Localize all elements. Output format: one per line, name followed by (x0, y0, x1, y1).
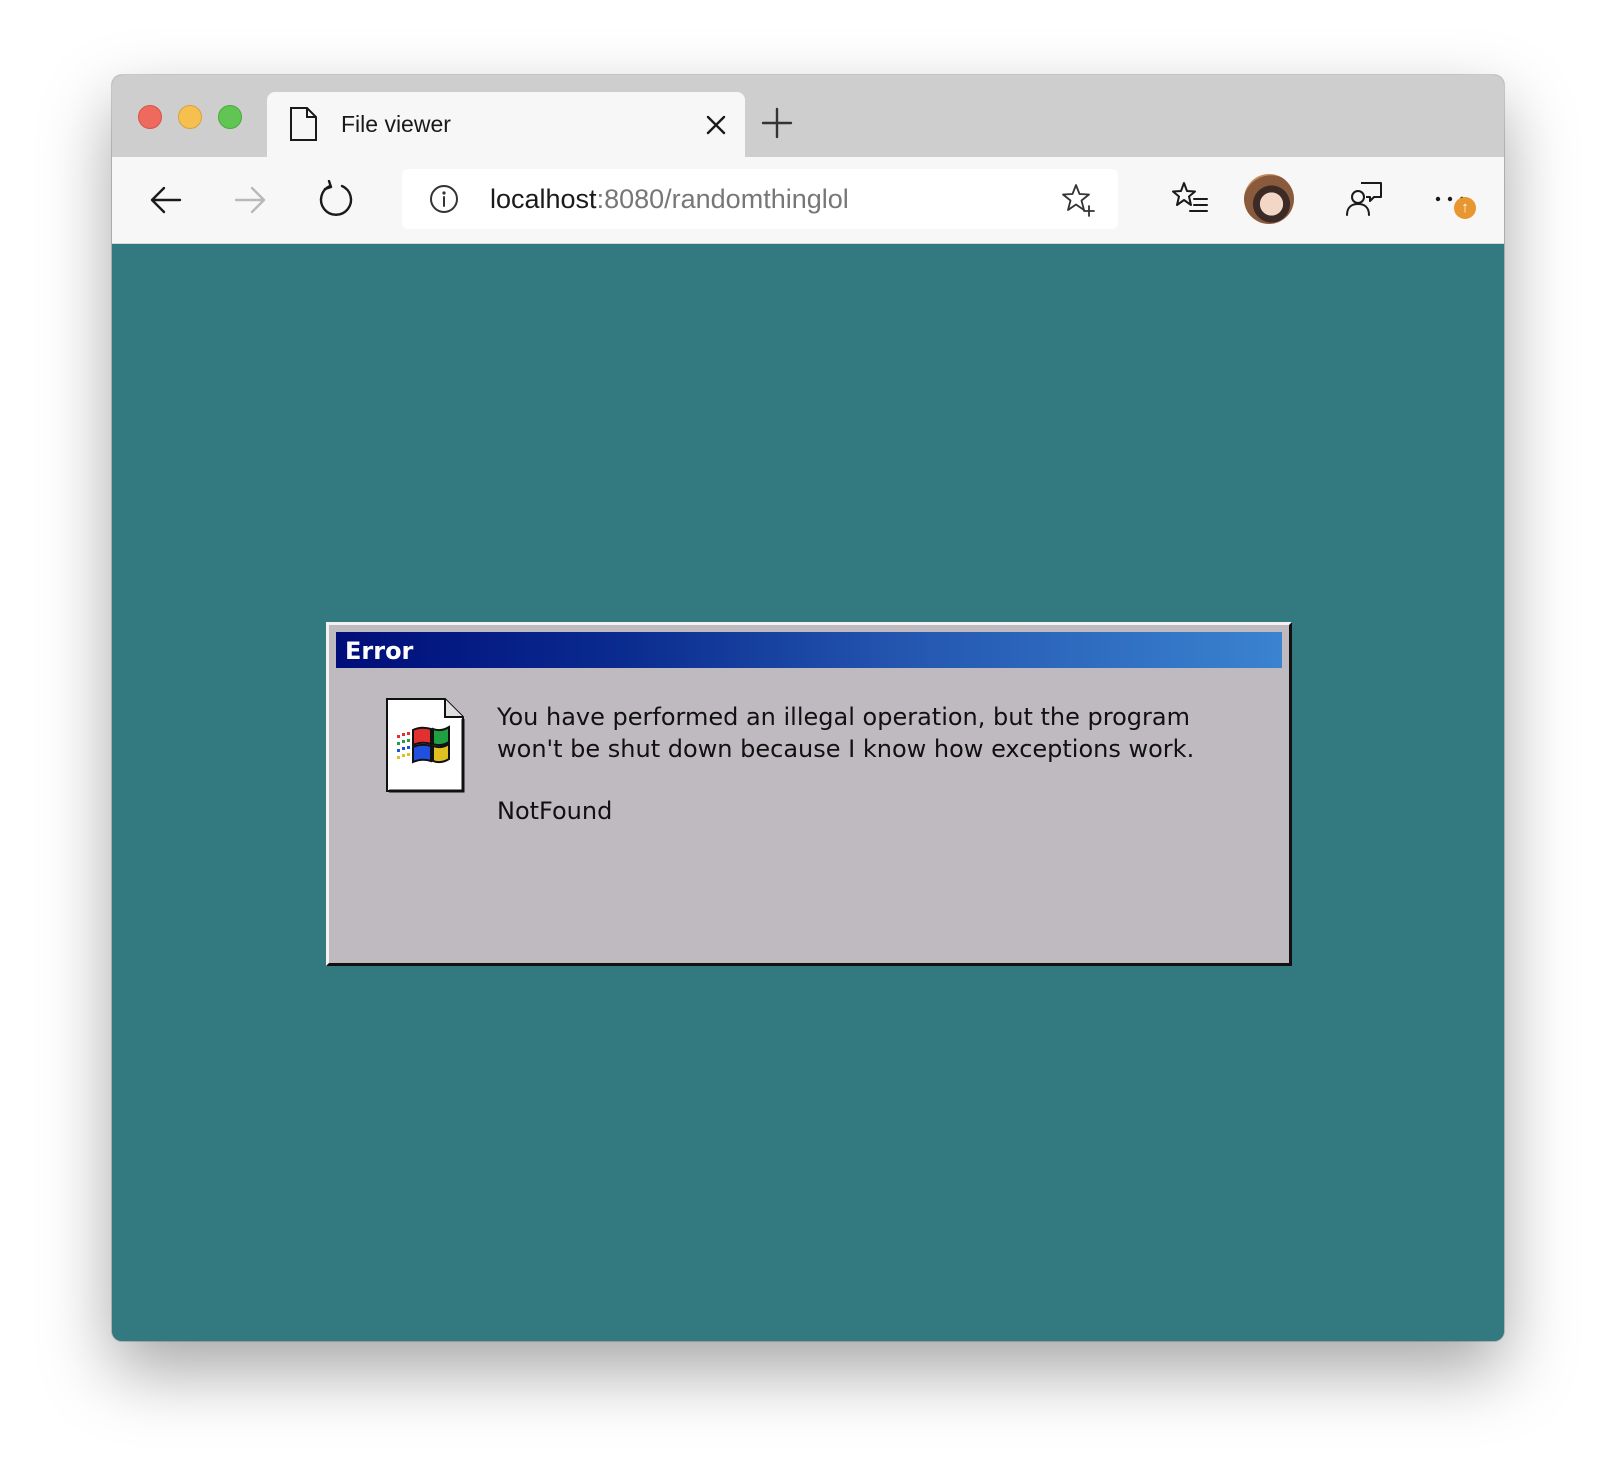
windows-file-icon (386, 698, 465, 793)
new-tab-icon[interactable] (760, 106, 794, 140)
url-host: localhost (490, 184, 597, 214)
minimize-window-button[interactable] (178, 105, 202, 129)
tab-file-viewer[interactable]: File viewer (267, 92, 745, 157)
close-window-button[interactable] (138, 105, 162, 129)
navigation-toolbar: localhost:8080/randomthinglol ↑ (112, 157, 1504, 244)
add-favorite-star-icon[interactable] (1060, 182, 1096, 218)
dialog-title: Error (345, 637, 414, 665)
close-tab-icon[interactable] (701, 110, 731, 140)
document-icon (290, 107, 317, 141)
forward-arrow-icon[interactable] (230, 180, 270, 220)
error-code: NotFound (497, 797, 613, 825)
site-info-icon[interactable] (428, 183, 460, 215)
url-path: :8080/randomthinglol (596, 184, 849, 214)
feedback-icon[interactable] (1344, 179, 1384, 219)
maximize-window-button[interactable] (218, 105, 242, 129)
title-bar: File viewer (112, 75, 1504, 157)
error-message: You have performed an illegal operation,… (497, 703, 1195, 763)
update-badge: ↑ (1454, 197, 1476, 219)
profile-avatar[interactable] (1244, 174, 1294, 224)
reload-icon[interactable] (316, 180, 356, 220)
back-arrow-icon[interactable] (146, 180, 186, 220)
error-dialog: Error You have performed an illegal oper… (326, 622, 1292, 966)
address-bar[interactable]: localhost:8080/randomthinglol (402, 169, 1118, 229)
tab-title: File viewer (341, 111, 451, 137)
browser-window: File viewer localhost:8080/randomthinglo… (112, 75, 1504, 1341)
url-text[interactable]: localhost:8080/randomthinglol (490, 184, 849, 215)
page-content: Error You have performed an illegal oper… (112, 244, 1504, 1341)
dialog-title-bar[interactable]: Error (336, 632, 1282, 668)
favorites-list-icon[interactable] (1170, 179, 1210, 219)
